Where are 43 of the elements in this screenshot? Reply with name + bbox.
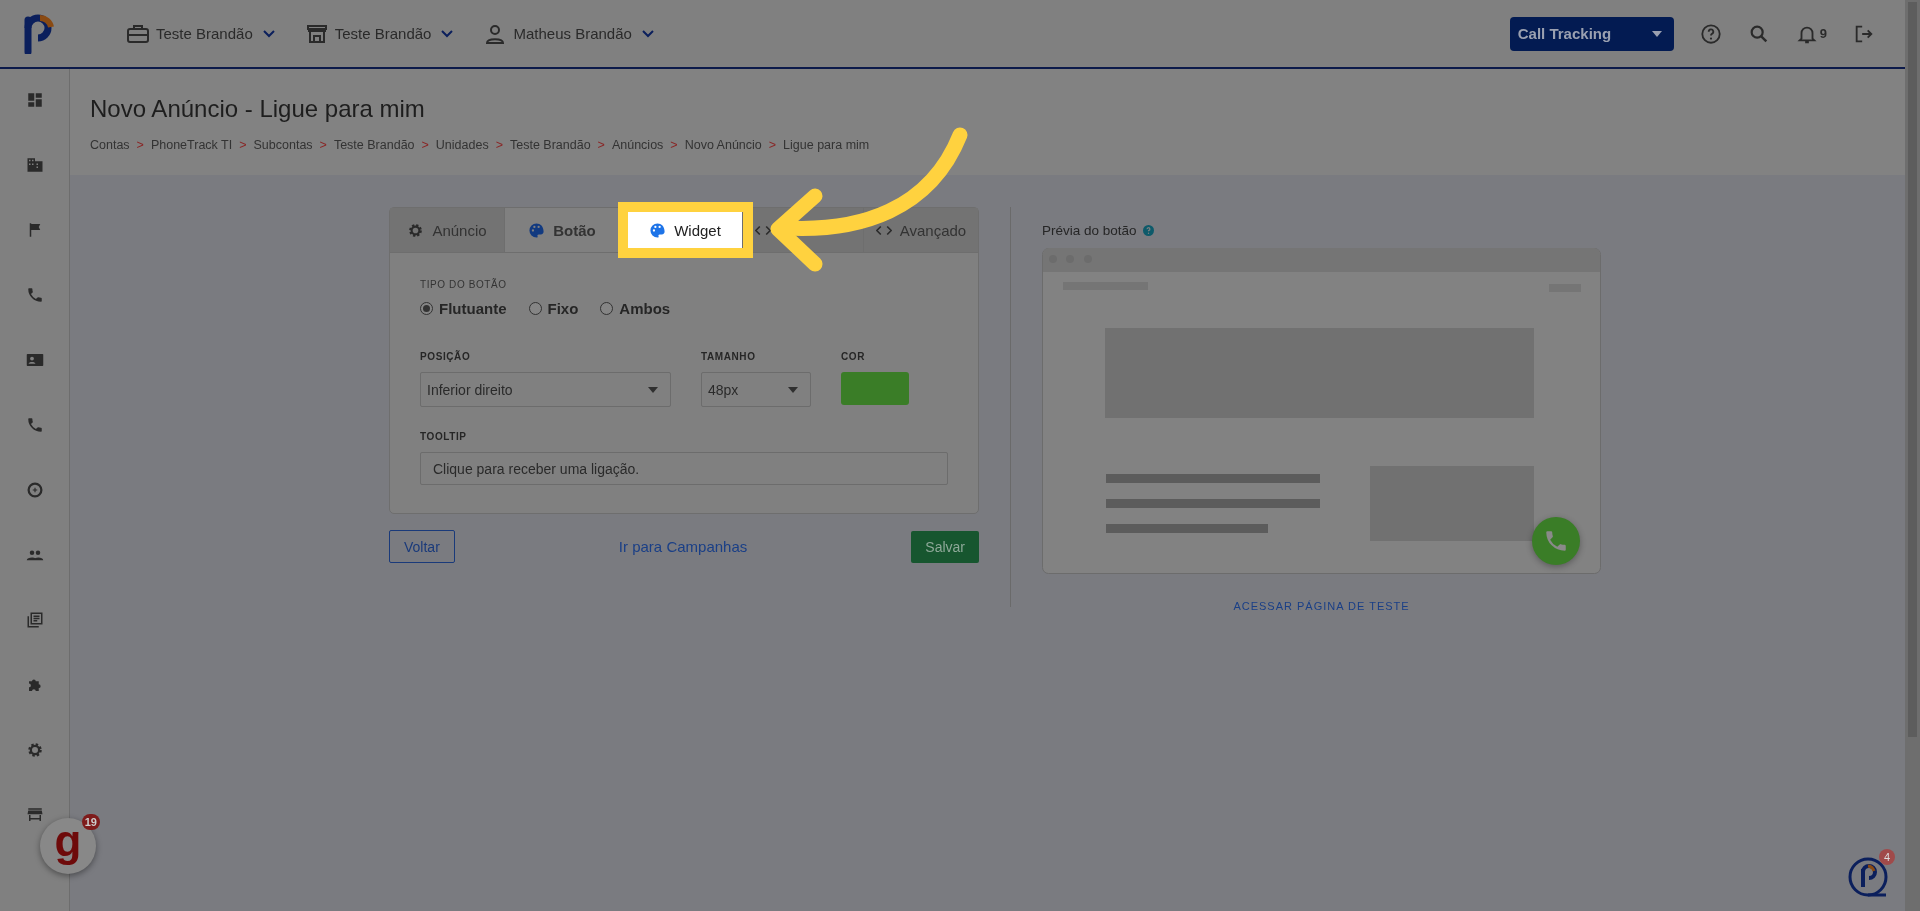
tab[interactable]: Anúncio [390, 208, 505, 252]
save-button[interactable]: Salvar [911, 530, 979, 563]
notifications-button[interactable]: 9 [1795, 22, 1827, 45]
product-select[interactable]: Call Tracking [1509, 16, 1674, 51]
breadcrumb-link[interactable]: PhoneTrack TI [150, 138, 233, 152]
breadcrumb-link[interactable]: Teste Brandão [510, 138, 591, 152]
breadcrumb-link[interactable]: Teste Brandão [333, 138, 415, 152]
campaigns-link[interactable]: Ir para Campanhas [618, 538, 748, 555]
breadcrumb-separator: > [597, 138, 605, 152]
page-title: Novo Anúncio - Ligue para mim [90, 95, 426, 123]
account-menu[interactable]: Teste Brandão [126, 21, 275, 46]
breadcrumb-link[interactable]: Ligue para mim [783, 138, 870, 152]
breadcrumb-link[interactable]: Novo Anúncio [684, 138, 762, 152]
notification-badge: 4 [1879, 849, 1895, 865]
test-page-link[interactable]: ACESSAR PÁGINA DE TESTE [1233, 600, 1410, 612]
size-select[interactable]: 48px [701, 372, 811, 407]
preview-title: Prévia do botão [1042, 223, 1137, 238]
breadcrumb-separator: > [495, 138, 503, 152]
breadcrumb-link[interactable]: Subcontas [253, 138, 313, 152]
breadcrumb-link[interactable]: Unidades [435, 138, 489, 152]
breadcrumb-link[interactable]: Contas [90, 138, 130, 152]
account-menu[interactable]: Matheus Brandão [483, 21, 654, 46]
radio-option[interactable]: Ambos [600, 300, 671, 317]
tab[interactable]: Botão [505, 208, 620, 252]
radio-option[interactable]: Fixo [528, 300, 579, 317]
breadcrumb-link[interactable]: Anúncios [611, 138, 664, 152]
breadcrumb-separator: > [421, 138, 429, 152]
field-label: TAMANHO [701, 351, 757, 362]
account-menu[interactable]: Teste Brandão [304, 21, 454, 46]
breadcrumb-separator: > [239, 138, 247, 152]
radio-option[interactable]: Flutuante [420, 300, 507, 317]
field-label: TIPO DO BOTÃO [420, 279, 508, 290]
breadcrumb-separator: > [136, 138, 144, 152]
back-button[interactable]: Voltar [389, 530, 455, 563]
field-label: TOOLTIP [420, 431, 468, 442]
field-label: COR [841, 351, 867, 362]
tooltip-input[interactable]: Clique para receber uma ligação. [420, 452, 948, 485]
breadcrumb-separator: > [670, 138, 678, 152]
notification-badge: 19 [81, 814, 100, 830]
breadcrumb-separator: > [319, 138, 327, 152]
field-label: POSIÇÃO [420, 351, 472, 362]
breadcrumb-separator: > [768, 138, 777, 152]
position-select[interactable]: Inferior direito [420, 372, 671, 407]
